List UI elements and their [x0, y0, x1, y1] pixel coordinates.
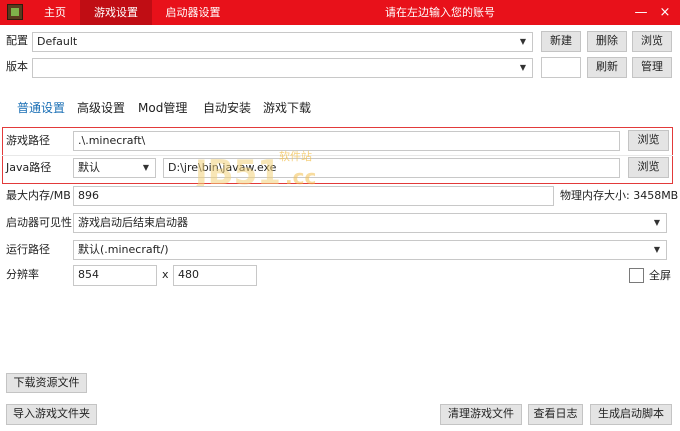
config-select[interactable]: Default ▼ [32, 32, 533, 52]
chevron-down-icon: ▼ [653, 218, 660, 227]
subtab-game-download[interactable]: 游戏下载 [263, 98, 311, 118]
resolution-label: 分辨率 [6, 268, 39, 281]
minecraft-grass-block-icon [7, 4, 23, 20]
launcher-visibility-value: 游戏启动后结束启动器 [78, 216, 188, 229]
resolution-height-input[interactable]: 480 [173, 265, 257, 286]
java-path-label: Java路径 [6, 161, 52, 174]
version-small-input[interactable] [541, 57, 581, 78]
game-path-browse-button[interactable]: 浏览 [628, 130, 669, 151]
launcher-visibility-label: 启动器可见性 [6, 216, 72, 229]
game-path-input[interactable]: .\.minecraft\ [73, 131, 620, 151]
subtab-general[interactable]: 普通设置 [17, 98, 65, 118]
login-prompt: 请在左边输入您的账号 [385, 6, 495, 19]
config-label: 配置 [6, 34, 28, 47]
minimize-button[interactable]: — [630, 0, 652, 25]
fullscreen-label: 全屏 [649, 269, 671, 282]
new-config-button[interactable]: 新建 [541, 31, 581, 52]
download-resources-button[interactable]: 下载资源文件 [6, 373, 87, 393]
subtab-advanced[interactable]: 高级设置 [77, 98, 125, 118]
java-mode-select[interactable]: 默认 ▼ [73, 158, 156, 178]
run-path-select[interactable]: 默认(.minecraft/) ▼ [73, 240, 667, 260]
game-path-label: 游戏路径 [6, 134, 50, 147]
run-path-label: 运行路径 [6, 243, 50, 256]
config-value: Default [37, 35, 78, 48]
java-path-browse-button[interactable]: 浏览 [628, 157, 669, 178]
refresh-button[interactable]: 刷新 [587, 57, 627, 78]
clean-game-files-button[interactable]: 清理游戏文件 [440, 404, 522, 425]
tab-home[interactable]: 主页 [32, 0, 78, 25]
java-mode-value: 默认 [78, 161, 100, 174]
delete-config-button[interactable]: 删除 [587, 31, 627, 52]
close-button[interactable]: × [654, 0, 676, 25]
divider [2, 155, 673, 156]
physical-memory-text: 物理内存大小: 3458MB [560, 189, 679, 202]
resolution-separator: x [162, 268, 169, 281]
subtab-mod-management[interactable]: Mod管理 [138, 98, 187, 118]
subtab-auto-install[interactable]: 自动安装 [203, 98, 251, 118]
java-path-input[interactable]: D:\jre\bin\javaw.exe [163, 158, 620, 178]
chevron-down-icon: ▼ [653, 245, 660, 254]
run-path-value: 默认(.minecraft/) [78, 243, 169, 256]
fullscreen-checkbox[interactable] [629, 268, 644, 283]
title-bar: 主页 游戏设置 启动器设置 请在左边输入您的账号 — × [0, 0, 680, 25]
tab-launcher-settings[interactable]: 启动器设置 [154, 0, 232, 25]
chevron-down-icon: ▼ [519, 37, 526, 46]
chevron-down-icon: ▼ [519, 63, 526, 72]
manage-button[interactable]: 管理 [632, 57, 672, 78]
version-label: 版本 [6, 60, 28, 73]
launcher-visibility-select[interactable]: 游戏启动后结束启动器 ▼ [73, 213, 667, 233]
max-memory-input[interactable]: 896 [73, 186, 554, 206]
view-log-button[interactable]: 查看日志 [528, 404, 583, 425]
browse-config-button[interactable]: 浏览 [632, 31, 672, 52]
generate-launch-script-button[interactable]: 生成启动脚本 [590, 404, 672, 425]
chevron-down-icon: ▼ [142, 163, 149, 172]
version-select[interactable]: ▼ [32, 58, 533, 78]
max-memory-label: 最大内存/MB [6, 189, 71, 202]
resolution-width-input[interactable]: 854 [73, 265, 157, 286]
import-game-folder-button[interactable]: 导入游戏文件夹 [6, 404, 97, 425]
tab-game-settings[interactable]: 游戏设置 [80, 0, 152, 25]
